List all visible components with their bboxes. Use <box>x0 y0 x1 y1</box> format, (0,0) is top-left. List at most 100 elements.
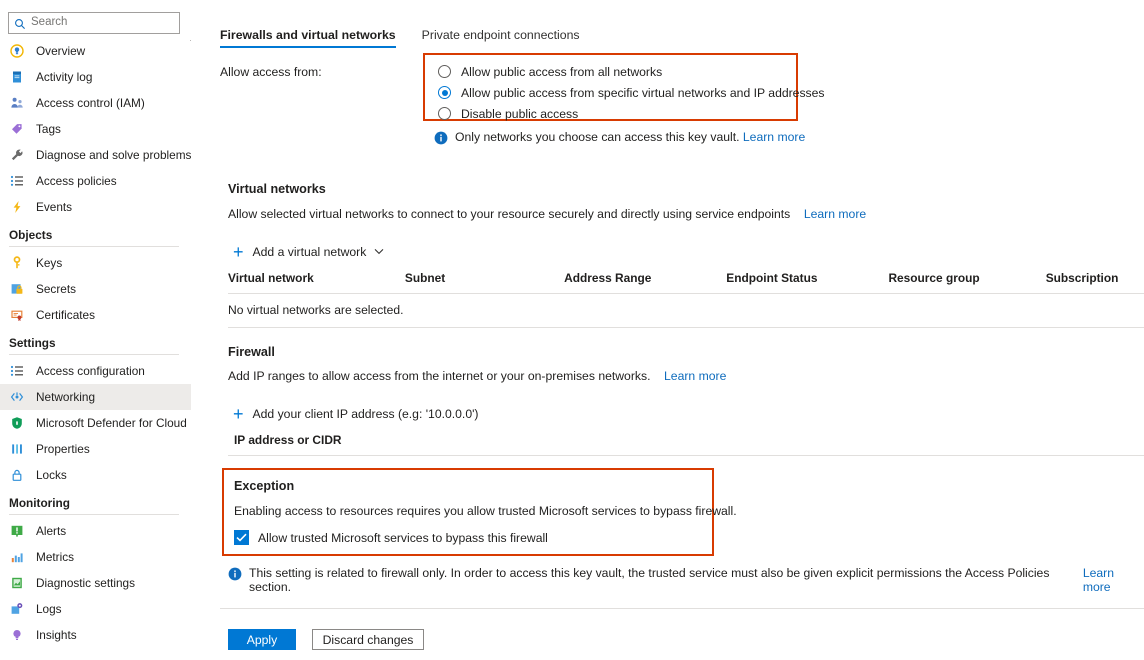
table-empty-row: No virtual networks are selected. <box>228 294 1144 327</box>
virtual-networks-heading: Virtual networks <box>228 182 326 196</box>
sidebar-item-events[interactable]: Events <box>0 194 191 220</box>
collapse-sidebar-button[interactable]: « <box>188 13 191 26</box>
sidebar-group-objects: Objects <box>0 228 191 247</box>
sidebar-item-label: Overview <box>36 44 85 58</box>
overview-icon <box>9 43 25 59</box>
scrollbar-thumb[interactable] <box>191 45 192 526</box>
access-info-text: Only networks you choose can access this… <box>455 130 740 144</box>
sidebar-item-label: Alerts <box>36 524 66 538</box>
radio-allow-specific-networks[interactable]: Allow public access from specific virtua… <box>438 82 796 103</box>
sidebar-item-alerts[interactable]: Alerts <box>0 518 191 544</box>
divider <box>9 246 179 247</box>
virtual-networks-description: Allow selected virtual networks to conne… <box>228 207 866 221</box>
sidebar-item-label: Secrets <box>36 282 76 296</box>
search-icon <box>14 17 26 29</box>
sidebar: Search « Overview Activity log <box>0 0 191 660</box>
radio-allow-all-networks[interactable]: Allow public access from all networks <box>438 61 796 82</box>
alerts-icon <box>9 523 25 539</box>
column-header-address-range: Address Range <box>564 271 726 285</box>
sidebar-item-label: Insights <box>36 628 77 642</box>
certificate-icon <box>9 307 25 323</box>
divider <box>220 608 1144 609</box>
sidebar-item-microsoft-defender-for-cloud[interactable]: Microsoft Defender for Cloud <box>0 410 191 436</box>
trusted-service-learn-more-link[interactable]: Learn more <box>1083 566 1144 594</box>
sidebar-item-label: Networking <box>36 390 95 404</box>
sidebar-item-label: Certificates <box>36 308 95 322</box>
sidebar-item-logs[interactable]: Logs <box>0 596 191 622</box>
sidebar-item-label: Properties <box>36 442 90 456</box>
diagnostic-settings-icon <box>9 575 25 591</box>
sidebar-item-overview[interactable]: Overview <box>0 38 191 64</box>
allow-access-radio-group-highlight: Allow public access from all networks Al… <box>423 53 798 121</box>
sidebar-item-label: Activity log <box>36 70 92 84</box>
access-policies-icon <box>9 173 25 189</box>
firewall-heading: Firewall <box>228 345 275 359</box>
radio-disable-public-access[interactable]: Disable public access <box>438 103 796 124</box>
sidebar-item-activity-log[interactable]: Activity log <box>0 64 191 90</box>
sidebar-group-title: Monitoring <box>9 496 179 514</box>
sidebar-item-access-policies[interactable]: Access policies <box>0 168 191 194</box>
secret-icon <box>9 281 25 297</box>
virtual-networks-empty-message: No virtual networks are selected. <box>228 303 403 317</box>
chevron-down-icon[interactable] <box>374 247 384 258</box>
main-content: Firewalls and virtual networks Private e… <box>220 0 1144 660</box>
sidebar-item-label: Diagnostic settings <box>36 576 135 590</box>
allow-trusted-services-checkbox-row[interactable]: Allow trusted Microsoft services to bypa… <box>234 530 548 545</box>
radio-circle-icon <box>438 107 451 120</box>
virtual-networks-learn-more-link[interactable]: Learn more <box>804 207 866 221</box>
sidebar-group-settings: Settings <box>0 336 191 355</box>
sidebar-item-properties[interactable]: Properties <box>0 436 191 462</box>
trusted-service-info-message: This setting is related to firewall only… <box>228 566 1144 594</box>
lock-icon <box>9 467 25 483</box>
tab-private-endpoint-connections[interactable]: Private endpoint connections <box>422 28 580 48</box>
firewall-learn-more-link[interactable]: Learn more <box>664 369 726 383</box>
sidebar-item-keys[interactable]: Keys <box>0 250 191 276</box>
scroll-up-arrow-icon[interactable] <box>190 36 191 41</box>
sidebar-group-monitoring: Monitoring <box>0 496 191 515</box>
access-configuration-icon <box>9 363 25 379</box>
sidebar-item-secrets[interactable]: Secrets <box>0 276 191 302</box>
access-info-message: Only networks you choose can access this… <box>434 130 805 145</box>
sidebar-item-insights[interactable]: Insights <box>0 622 191 648</box>
plus-icon: + <box>233 243 244 261</box>
sidebar-item-access-control[interactable]: Access control (IAM) <box>0 90 191 116</box>
logs-icon <box>9 601 25 617</box>
sidebar-item-certificates[interactable]: Certificates <box>0 302 191 328</box>
sidebar-item-tags[interactable]: Tags <box>0 116 191 142</box>
allow-trusted-services-label: Allow trusted Microsoft services to bypa… <box>258 531 548 545</box>
wrench-icon <box>9 147 25 163</box>
sidebar-search-row: Search <box>8 12 191 34</box>
exception-description: Enabling access to resources requires yo… <box>234 504 737 518</box>
column-header-subnet: Subnet <box>405 271 564 285</box>
tags-icon <box>9 121 25 137</box>
column-header-virtual-network: Virtual network <box>228 271 405 285</box>
add-virtual-network-button[interactable]: + Add a virtual network <box>233 243 384 261</box>
sidebar-item-networking[interactable]: Networking <box>0 384 191 410</box>
discard-changes-button[interactable]: Discard changes <box>312 629 424 650</box>
search-input[interactable]: Search <box>8 12 180 34</box>
sidebar-item-diagnose[interactable]: Diagnose and solve problems <box>0 142 191 168</box>
sidebar-item-metrics[interactable]: Metrics <box>0 544 191 570</box>
access-control-icon <box>9 95 25 111</box>
checkbox-checked-icon[interactable] <box>234 530 249 545</box>
info-icon <box>434 131 448 145</box>
sidebar-scrollbar[interactable] <box>188 36 191 534</box>
table-header-row: Virtual network Subnet Address Range End… <box>228 271 1144 293</box>
trusted-service-info-text: This setting is related to firewall only… <box>249 566 1079 594</box>
sidebar-item-label: Logs <box>36 602 62 616</box>
sidebar-item-access-configuration[interactable]: Access configuration <box>0 358 191 384</box>
sidebar-item-diagnostic-settings[interactable]: Diagnostic settings <box>0 570 191 596</box>
activity-log-icon <box>9 69 25 85</box>
divider <box>9 514 179 515</box>
add-client-ip-button[interactable]: + Add your client IP address (e.g: '10.0… <box>233 405 478 423</box>
events-icon <box>9 199 25 215</box>
apply-button[interactable]: Apply <box>228 629 296 650</box>
sidebar-item-label: Access policies <box>36 174 117 188</box>
radio-label: Disable public access <box>461 107 578 121</box>
tab-firewalls-and-virtual-networks[interactable]: Firewalls and virtual networks <box>220 28 396 48</box>
access-info-learn-more-link[interactable]: Learn more <box>743 130 805 144</box>
column-header-subscription: Subscription <box>1046 271 1144 285</box>
divider <box>228 327 1144 328</box>
sidebar-item-label: Access control (IAM) <box>36 96 145 110</box>
sidebar-item-locks[interactable]: Locks <box>0 462 191 488</box>
